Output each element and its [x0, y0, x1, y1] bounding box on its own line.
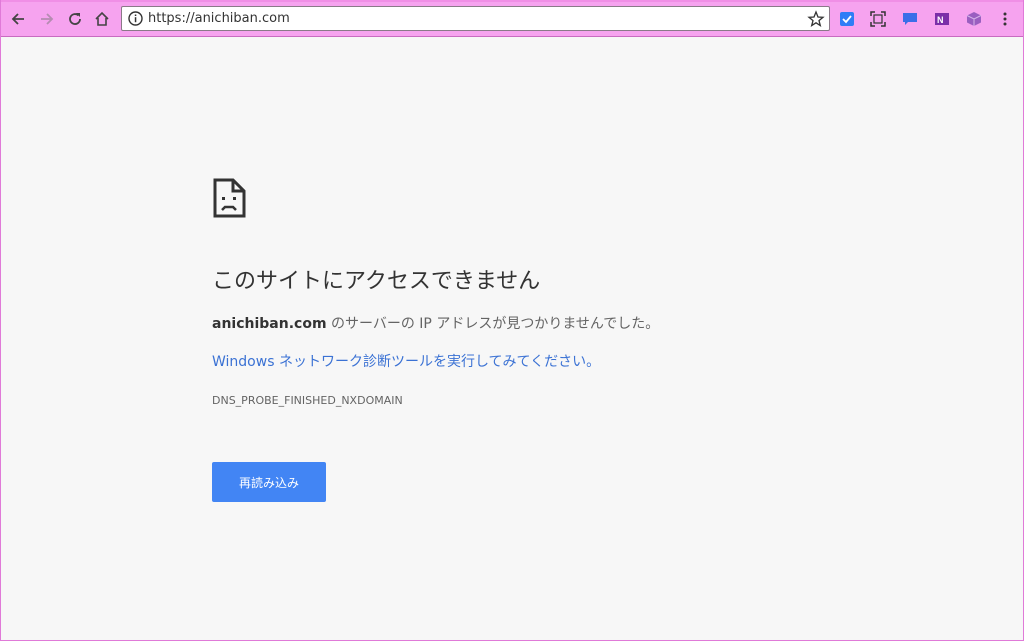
menu-icon: [1003, 12, 1007, 26]
extension-cube-button[interactable]: [965, 10, 983, 28]
bookmark-star-icon[interactable]: [807, 10, 825, 28]
screenshot-icon: [870, 11, 886, 27]
error-message-text: のサーバーの IP アドレスが見つかりませんでした。: [326, 316, 660, 332]
reload-button[interactable]: [64, 8, 86, 30]
cube-icon: [966, 12, 982, 26]
extension-onenote-button[interactable]: N: [933, 10, 951, 28]
extension-todo-button[interactable]: [838, 10, 856, 28]
sad-page-icon: [213, 178, 246, 218]
browser-toolbar: https://anichiban.com N: [0, 0, 1024, 37]
toolbar-top-line: [0, 0, 1024, 2]
error-message: anichiban.com のサーバーの IP アドレスが見つかりませんでした。: [212, 313, 659, 333]
extension-comment-button[interactable]: [901, 10, 919, 28]
comment-icon: [903, 13, 917, 25]
onenote-icon: N: [935, 13, 949, 25]
url-text: https://anichiban.com: [148, 11, 290, 26]
back-icon: [11, 13, 24, 25]
forward-icon: [41, 13, 54, 25]
error-heading: このサイトにアクセスできません: [212, 269, 541, 294]
todo-check-icon: [840, 12, 854, 26]
home-icon: [95, 11, 109, 26]
reload-page-button[interactable]: 再読み込み: [212, 462, 326, 502]
back-button[interactable]: [7, 8, 29, 30]
address-bar[interactable]: https://anichiban.com: [121, 6, 830, 31]
error-code: DNS_PROBE_FINISHED_NXDOMAIN: [212, 394, 403, 407]
error-domain: anichiban.com: [212, 316, 327, 332]
forward-button[interactable]: [36, 8, 58, 30]
svg-text:N: N: [937, 15, 944, 25]
reload-icon: [69, 13, 81, 25]
diagnose-link[interactable]: Windows ネットワーク診断ツールを実行してみてください。: [212, 351, 600, 371]
extension-screenshot-button[interactable]: [869, 10, 887, 28]
browser-menu-button[interactable]: [996, 10, 1014, 28]
info-icon[interactable]: [127, 10, 144, 27]
home-button[interactable]: [91, 8, 113, 30]
